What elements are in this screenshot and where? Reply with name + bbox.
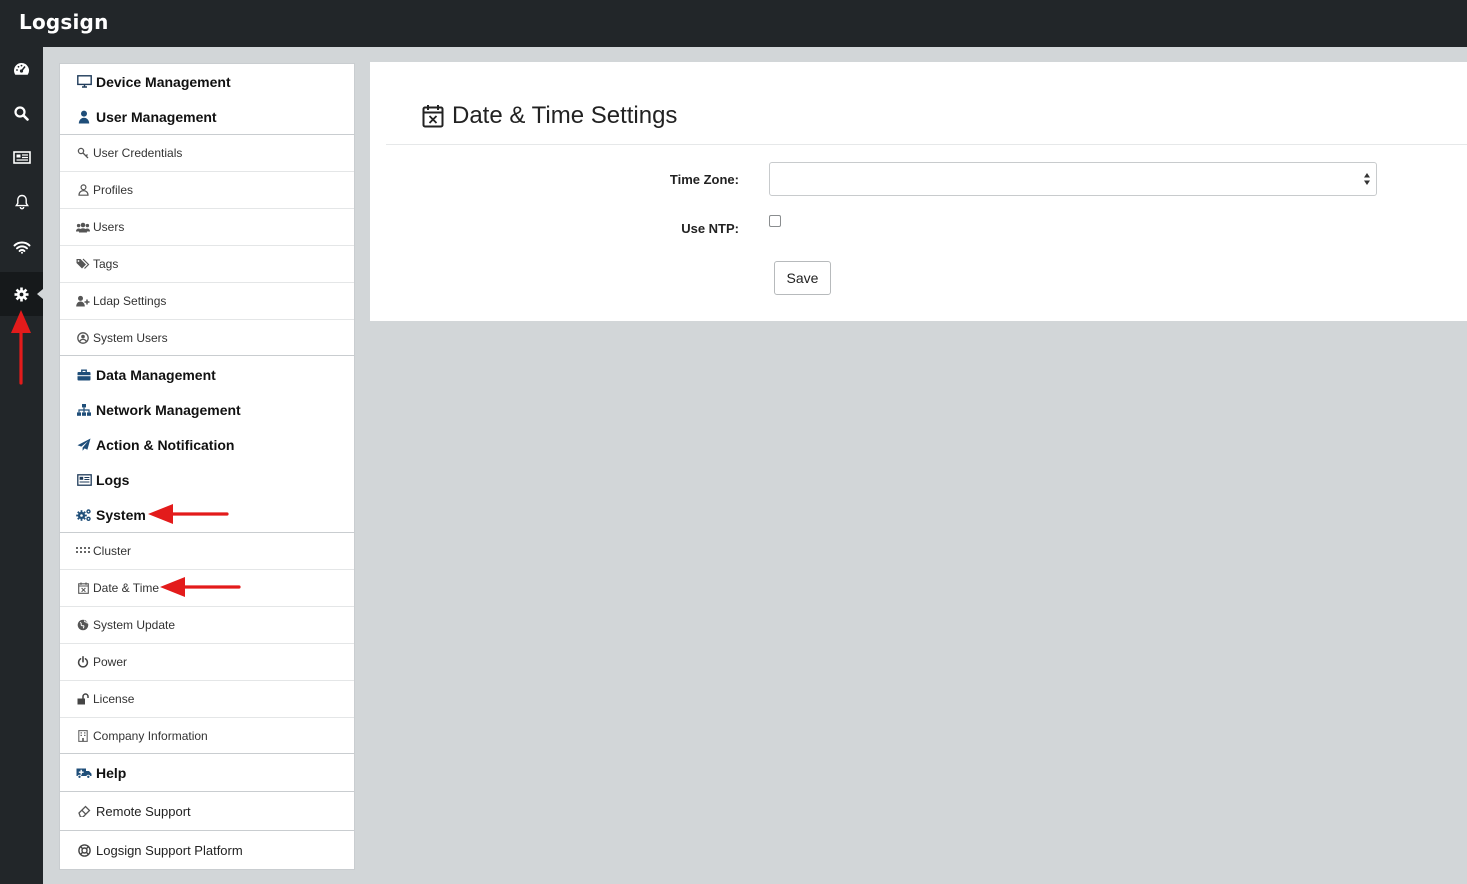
- menu-label: Tags: [93, 257, 119, 271]
- menu-network-management[interactable]: Network Management: [60, 392, 354, 427]
- globe-icon: [76, 618, 90, 632]
- newspaper-icon[interactable]: [0, 135, 43, 179]
- user-outline-icon: [76, 183, 90, 197]
- menu-label: Profiles: [93, 183, 134, 197]
- settings-menu: Device Management User Management User C…: [59, 63, 355, 870]
- menu-label: Remote Support: [96, 803, 191, 819]
- annotation-arrow-left: [160, 577, 241, 597]
- bell-icon[interactable]: [0, 180, 43, 224]
- menu-label: Device Management: [96, 73, 231, 90]
- search-icon[interactable]: [0, 91, 43, 135]
- top-bar: Logsign: [0, 0, 1467, 47]
- menu-system-users[interactable]: System Users: [60, 319, 354, 356]
- menu-label: System: [96, 506, 146, 523]
- menu-label: Action & Notification: [96, 436, 235, 453]
- key-icon: [76, 146, 90, 160]
- menu-label: System Users: [93, 330, 168, 345]
- menu-label: Network Management: [96, 401, 241, 418]
- menu-label: Date & Time: [93, 581, 160, 595]
- paper-plane-icon: [75, 437, 93, 453]
- building-icon: [76, 729, 90, 743]
- time-zone-select[interactable]: [769, 162, 1377, 196]
- briefcase-icon: [75, 367, 93, 383]
- calendar-x-icon: [422, 104, 444, 128]
- menu-label: User Credentials: [93, 146, 183, 160]
- menu-label: System Update: [93, 618, 176, 632]
- menu-company-information[interactable]: Company Information: [60, 717, 354, 754]
- use-ntp-checkbox[interactable]: [769, 215, 781, 227]
- menu-label: Ldap Settings: [93, 294, 167, 308]
- life-ring-icon: [77, 843, 92, 858]
- menu-logsign-support-platform[interactable]: Logsign Support Platform: [60, 830, 354, 869]
- monitor-icon: [75, 74, 93, 90]
- cogs-icon: [75, 507, 93, 523]
- select-arrows-icon: [1364, 173, 1370, 185]
- menu-label: Logsign Support Platform: [96, 842, 243, 858]
- menu-label: Users: [93, 220, 125, 234]
- user-circle-icon: [76, 331, 90, 345]
- tags-icon: [76, 257, 90, 271]
- menu-device-management[interactable]: Device Management: [60, 64, 354, 99]
- calendar-x-icon: [76, 581, 90, 595]
- menu-cluster[interactable]: Cluster: [60, 532, 354, 569]
- active-caret: [37, 289, 43, 299]
- user-icon: [75, 109, 93, 125]
- annotation-arrow-left: [148, 504, 229, 524]
- page-title-text: Date & Time Settings: [452, 102, 678, 129]
- unlock-icon: [76, 692, 90, 706]
- eraser-icon: [77, 804, 92, 819]
- sitemap-icon: [75, 402, 93, 418]
- save-button[interactable]: Save: [774, 261, 831, 295]
- dashboard-icon[interactable]: [0, 47, 43, 91]
- menu-label: Power: [93, 655, 128, 669]
- menu-users[interactable]: Users: [60, 208, 354, 245]
- wifi-icon[interactable]: [0, 225, 43, 269]
- menu-label: User Management: [96, 108, 217, 125]
- menu-label: License: [93, 692, 135, 706]
- menu-profiles[interactable]: Profiles: [60, 171, 354, 208]
- power-icon: [76, 655, 90, 669]
- page-title: Date & Time Settings: [422, 102, 677, 130]
- cluster-icon: [76, 544, 90, 558]
- menu-user-credentials[interactable]: User Credentials: [60, 134, 354, 171]
- menu-label: Logs: [96, 471, 130, 488]
- icon-rail: [0, 47, 43, 884]
- use-ntp-label: Use NTP:: [681, 221, 739, 236]
- menu-help[interactable]: Help: [60, 755, 354, 790]
- menu-action-notification[interactable]: Action & Notification: [60, 427, 354, 462]
- title-divider: [386, 144, 1467, 145]
- menu-remote-support[interactable]: Remote Support: [60, 791, 354, 830]
- menu-label: Help: [96, 764, 127, 781]
- time-zone-label: Time Zone:: [669, 172, 739, 187]
- menu-power[interactable]: Power: [60, 643, 354, 680]
- user-plus-icon: [76, 294, 90, 308]
- date-time-settings-panel: Date & Time Settings Time Zone: Use NTP:…: [370, 62, 1467, 321]
- menu-label: Data Management: [96, 366, 216, 383]
- newspaper-icon: [75, 472, 93, 488]
- menu-label: Company Information: [93, 728, 208, 743]
- menu-label: Cluster: [93, 544, 132, 558]
- menu-license[interactable]: License: [60, 680, 354, 717]
- menu-data-management[interactable]: Data Management: [60, 357, 354, 392]
- menu-tags[interactable]: Tags: [60, 245, 354, 282]
- menu-ldap-settings[interactable]: Ldap Settings: [60, 282, 354, 319]
- menu-user-management[interactable]: User Management: [60, 99, 354, 134]
- menu-logs[interactable]: Logs: [60, 462, 354, 497]
- brand-logo[interactable]: Logsign: [19, 10, 109, 34]
- users-icon: [76, 220, 90, 234]
- menu-system-update[interactable]: System Update: [60, 606, 354, 643]
- ambulance-icon: [75, 765, 93, 781]
- annotation-arrow-up: [11, 310, 31, 385]
